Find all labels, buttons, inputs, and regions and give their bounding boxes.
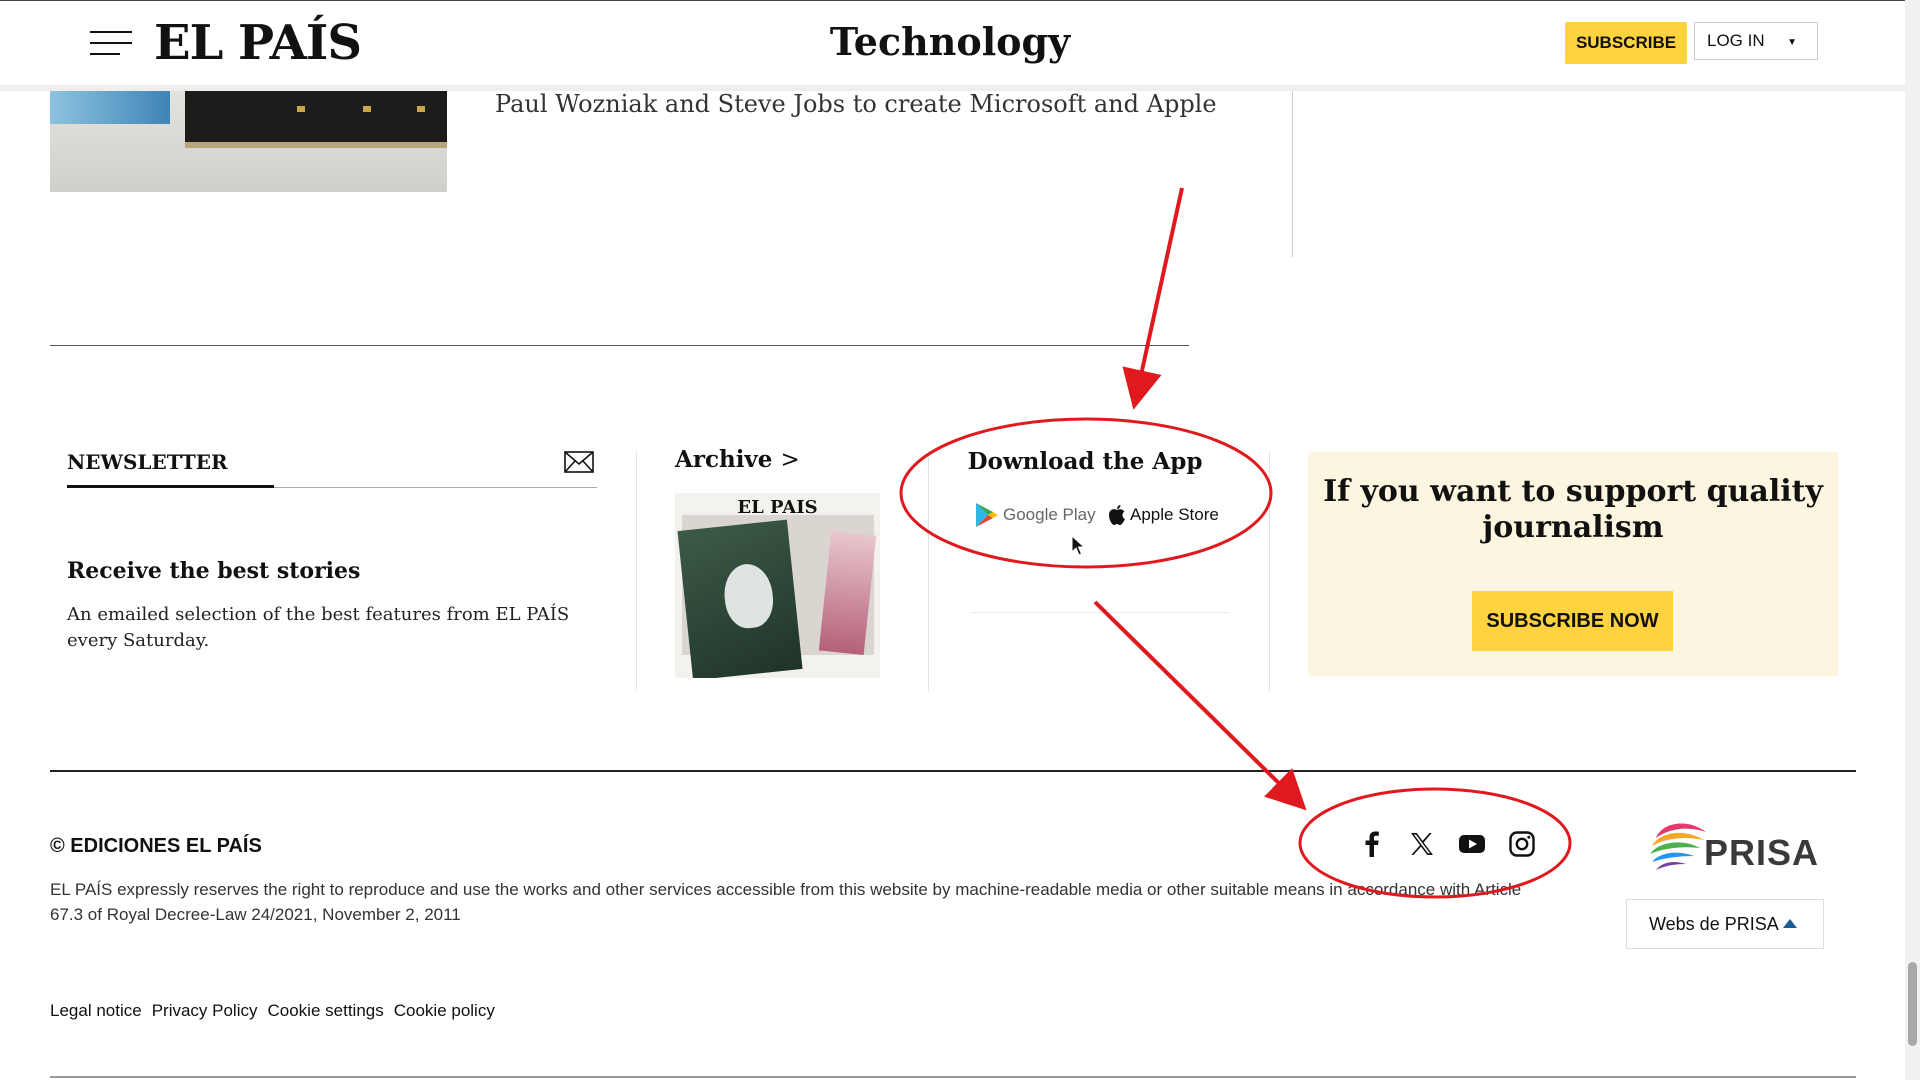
webs-prisa-dropdown[interactable]: Webs de PRISA (1626, 899, 1824, 949)
subscribe-button[interactable]: SUBSCRIBE (1565, 22, 1687, 64)
footer-divider (50, 770, 1856, 772)
download-app-title: Download the App (967, 448, 1203, 475)
webs-prisa-label: Webs de PRISA (1649, 913, 1779, 934)
x-icon[interactable] (1408, 830, 1436, 858)
youtube-icon[interactable] (1458, 830, 1486, 858)
instagram-icon[interactable] (1508, 830, 1536, 858)
support-box: If you want to support quality journalis… (1308, 452, 1838, 676)
prisa-wordmark: PRISA (1704, 832, 1820, 873)
section-title[interactable]: Technology (760, 19, 1140, 64)
column-divider (1292, 84, 1293, 257)
legal-notice-link[interactable]: Legal notice (50, 1001, 142, 1021)
mail-icon[interactable] (564, 451, 594, 473)
copyright: © EDICIONES EL PAÍS (50, 835, 262, 857)
apple-store-label: Apple Store (1130, 505, 1219, 524)
site-logo[interactable]: EL PAÍS (154, 15, 362, 71)
support-title: If you want to support quality journalis… (1323, 474, 1823, 545)
google-play-icon (976, 503, 998, 527)
article-subtitle[interactable]: Paul Wozniak and Steve Jobs to create Mi… (495, 90, 1217, 118)
archive-masthead: EL PAIS (737, 497, 818, 518)
cookie-policy-link[interactable]: Cookie policy (394, 1001, 495, 1021)
google-play-link[interactable]: Google Play (975, 500, 1096, 530)
caret-up-icon (1783, 919, 1797, 928)
newsletter-active-underline (67, 485, 274, 488)
vertical-scrollbar[interactable] (1905, 0, 1920, 1080)
column-divider (928, 451, 929, 691)
article-image[interactable] (50, 84, 447, 192)
archive-link[interactable]: Archive > (675, 446, 800, 473)
newsletter-tab[interactable]: NEWSLETTER (67, 450, 228, 474)
mouse-cursor-icon (1071, 535, 1086, 556)
archive-image[interactable]: EL PAIS (675, 493, 880, 678)
scrollbar-thumb[interactable] (1908, 962, 1917, 1046)
footer-links: Legal notice Privacy Policy Cookie setti… (50, 1001, 495, 1021)
facebook-icon[interactable] (1358, 830, 1386, 858)
archive-label: Archive (675, 446, 773, 473)
column-divider (636, 451, 637, 691)
site-header: EL PAÍS Technology SUBSCRIBE LOG IN ▼ (0, 0, 1905, 91)
prisa-logo[interactable]: PRISA (1648, 818, 1818, 880)
chevron-right-icon: > (780, 447, 800, 473)
newsletter-heading: Receive the best stories (67, 558, 361, 584)
google-play-label: Google Play (1003, 505, 1096, 524)
app-divider (970, 612, 1230, 613)
legal-text: EL PAÍS expressly reserves the right to … (50, 880, 1522, 924)
subscribe-now-button[interactable]: SUBSCRIBE NOW (1472, 591, 1673, 651)
annotation-arrow (1093, 600, 1307, 811)
apple-store-link[interactable]: Apple Store (1108, 500, 1219, 530)
annotation-arrow (1122, 187, 1184, 410)
login-button[interactable]: LOG IN ▼ (1694, 22, 1818, 60)
login-label: LOG IN (1707, 31, 1765, 50)
prisa-mark-icon (1650, 823, 1706, 870)
newsletter-description: An emailed selection of the best feature… (67, 604, 570, 651)
cookie-settings-link[interactable]: Cookie settings (268, 1001, 384, 1021)
caret-down-icon: ▼ (1787, 37, 1797, 48)
menu-icon[interactable] (90, 29, 132, 57)
section-divider (50, 345, 1189, 346)
column-divider (1269, 451, 1270, 691)
privacy-policy-link[interactable]: Privacy Policy (152, 1001, 258, 1021)
footer-bottom-divider (50, 1076, 1856, 1078)
apple-icon (1109, 505, 1125, 525)
